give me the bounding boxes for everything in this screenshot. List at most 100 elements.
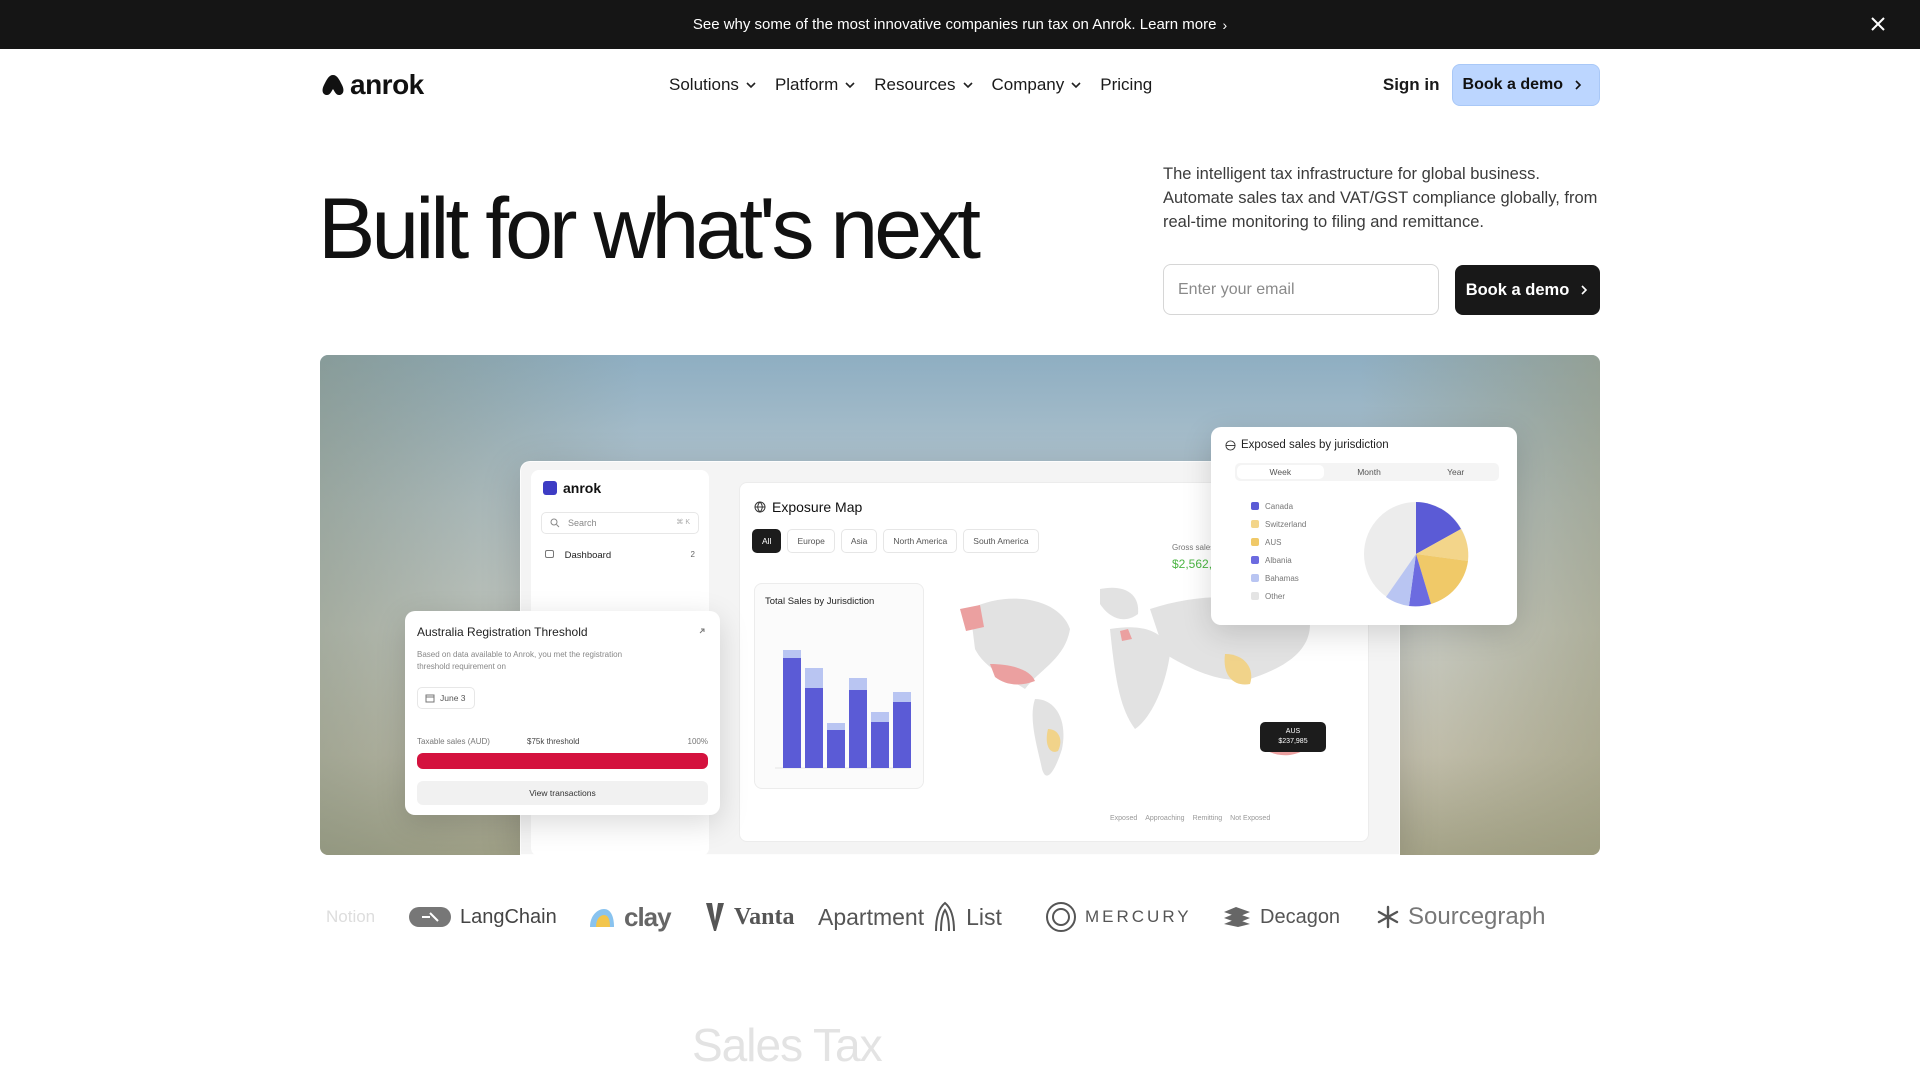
search-icon [550, 518, 560, 528]
nav-item-label: Platform [774, 75, 839, 94]
filter-north-america: North America [883, 529, 958, 553]
announcement-bar: See why some of the most innovative comp… [0, 0, 1920, 49]
app-logo: anrok [543, 480, 601, 496]
globe-icon [1225, 440, 1236, 451]
aus-tooltip: AUS $237,985 [1260, 722, 1326, 752]
nav-item-company[interactable]: Company [992, 75, 1083, 95]
hero-title: Built for what's next [318, 181, 981, 277]
chevron-down-icon [845, 82, 855, 89]
bar [805, 668, 823, 688]
clay-logo: clay [588, 895, 672, 939]
nav-actions: Sign in Book a demo [1383, 64, 1600, 106]
view-transactions-button: View transactions [417, 781, 708, 805]
region-filters: All Europe Asia North America South Amer… [752, 529, 1039, 553]
nav-item-label: Solutions [669, 75, 739, 94]
app-nav-dashboard: Dashboard [545, 550, 611, 561]
jurisdiction-legend: Canada Switzerland AUS Albania Bahamas O… [1251, 497, 1306, 605]
aus-threshold-label: $75k threshold [527, 737, 580, 746]
bar [827, 730, 845, 768]
legend-item: AUS [1251, 533, 1306, 551]
chevron-right-icon [1575, 80, 1582, 90]
main-nav: anrok Solutions Platform Resources Compa… [320, 64, 1600, 106]
aus-threshold-percent: 100% [687, 737, 708, 746]
app-nav-dashboard-label: Dashboard [564, 550, 612, 561]
map-legend: Exposed Approaching Remitting Not Expose… [1110, 815, 1270, 822]
dashboard-icon [545, 550, 554, 558]
decagon-icon [1224, 907, 1250, 927]
aus-tooltip-label: AUS [1285, 728, 1301, 735]
anrok-mark-icon [543, 481, 557, 495]
chevron-down-icon [1071, 82, 1081, 89]
tab-month: Month [1357, 467, 1381, 477]
total-sales-title: Total Sales by Jurisdiction [765, 596, 875, 607]
filter-europe: Europe [787, 529, 835, 553]
langchain-logo: LangChain [408, 895, 557, 939]
aus-card-date: June 3 [417, 687, 475, 709]
anrok-logo[interactable]: anrok [320, 69, 424, 101]
filter-asia: Asia [840, 529, 878, 553]
langchain-icon [409, 907, 451, 927]
exposure-map-title: Exposure Map [754, 499, 862, 515]
mercury-logo: MERCURY [1045, 895, 1192, 939]
legend-item: Other [1251, 587, 1306, 605]
bar [893, 692, 911, 702]
bar [783, 650, 801, 658]
legend-not-exposed: Not Exposed [1230, 815, 1271, 822]
chevron-down-icon [746, 82, 756, 89]
hero-book-demo-label: Book a demo [1465, 280, 1570, 299]
notion-logo: Notion [326, 907, 376, 926]
exposed-sales-jurisdiction-card: Exposed sales by jurisdiction Week Month… [1211, 427, 1517, 625]
tab-week: Week [1237, 465, 1324, 479]
close-icon[interactable] [1866, 12, 1890, 36]
announcement-text[interactable]: See why some of the most innovative comp… [693, 16, 1217, 33]
vanta-icon [706, 903, 724, 931]
anrok-mark-icon [322, 75, 344, 95]
sales-bar-chart [775, 650, 911, 769]
app-nav-dashboard-count: 2 [690, 550, 695, 559]
section-heading: Sales Tax [692, 1019, 883, 1071]
aus-card-date-text: June 3 [440, 693, 466, 703]
tab-year: Year [1447, 467, 1465, 477]
aus-threshold-progress-bar [417, 753, 708, 769]
legend-item: Bahamas [1251, 569, 1306, 587]
bar [893, 702, 911, 768]
nav-item-label: Company [991, 75, 1065, 94]
legend-exposed: Exposed [1110, 815, 1138, 822]
globe-icon [754, 501, 766, 513]
nav-item-pricing[interactable]: Pricing [1100, 75, 1152, 95]
book-demo-button[interactable]: Book a demo [1451, 64, 1600, 106]
gross-sales-label: Gross sales [1172, 543, 1215, 552]
email-input[interactable] [1163, 264, 1439, 315]
hero-product-image: anrok Search ⌘ K Dashboard 2 Exposure Ma… [320, 355, 1600, 855]
bar [871, 722, 889, 768]
legend-approaching: Approaching [1145, 815, 1185, 822]
bar [805, 688, 823, 768]
aus-tooltip-value: $237,985 [1278, 738, 1308, 745]
sign-in-link[interactable]: Sign in [1383, 75, 1440, 95]
nav-item-resources[interactable]: Resources [874, 75, 973, 95]
bar [849, 690, 867, 768]
chevron-down-icon [962, 82, 973, 89]
jurisdiction-period-tabs: Week Month Year [1235, 463, 1499, 481]
vanta-logo: Vanta [704, 895, 794, 939]
legend-item: Canada [1251, 497, 1306, 515]
customer-logos: Notion LangChain clay Vanta Apartment Li… [320, 895, 1600, 939]
decagon-logo: Decagon [1222, 895, 1340, 939]
nav-item-platform[interactable]: Platform [775, 75, 856, 95]
aus-taxable-label: Taxable sales (AUD) [417, 737, 490, 746]
hero-book-demo-button[interactable]: Book a demo [1455, 265, 1600, 315]
clay-icon [590, 909, 614, 927]
jurisdiction-card-title: Exposed sales by jurisdiction [1241, 439, 1389, 451]
app-logo-text: anrok [563, 480, 602, 496]
total-sales-card: Total Sales by Jurisdiction [754, 583, 924, 789]
apartment-list-icon [935, 901, 956, 932]
logo-text: anrok [350, 69, 424, 100]
calendar-icon [425, 694, 435, 703]
nav-item-solutions[interactable]: Solutions [669, 75, 757, 95]
bar [849, 678, 867, 690]
legend-remitting: Remitting [1192, 815, 1223, 822]
aus-card-subtitle: Based on data available to Anrok, you me… [417, 650, 623, 671]
filter-south-america: South America [963, 529, 1039, 553]
nav-item-label: Pricing [1100, 75, 1153, 94]
app-search-placeholder: Search [568, 518, 597, 528]
